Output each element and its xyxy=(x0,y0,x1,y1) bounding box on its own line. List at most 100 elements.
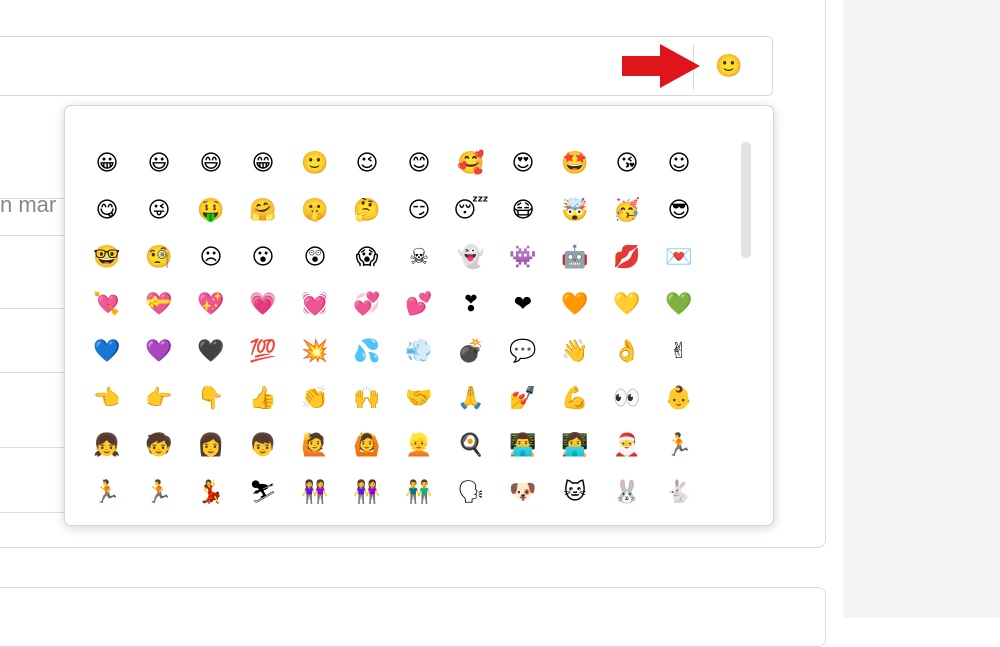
emoji-option[interactable]: 👬 xyxy=(393,469,445,516)
emoji-option[interactable]: 😃 xyxy=(133,140,185,187)
emoji-option[interactable]: 🐻 xyxy=(393,516,445,525)
emoji-option[interactable]: 😍 xyxy=(497,140,549,187)
emoji-option[interactable]: 💕 xyxy=(393,281,445,328)
emoji-option[interactable]: 🐮 xyxy=(653,516,705,525)
emoji-option[interactable]: 🐶 xyxy=(497,469,549,516)
emoji-option[interactable]: 💬 xyxy=(497,328,549,375)
emoji-option[interactable]: 🙆 xyxy=(341,422,393,469)
emoji-option[interactable]: 🤗 xyxy=(237,187,289,234)
emoji-option[interactable]: 🐯 xyxy=(549,516,601,525)
emoji-option[interactable]: 🏃 xyxy=(81,469,133,516)
emoji-option[interactable]: 🎅 xyxy=(601,422,653,469)
emoji-option[interactable]: 🤯 xyxy=(549,187,601,234)
emoji-option[interactable]: 💞 xyxy=(341,281,393,328)
emoji-option[interactable]: 👉 xyxy=(133,375,185,422)
emoji-option[interactable]: 💜 xyxy=(133,328,185,375)
emoji-option[interactable]: ☺ xyxy=(653,140,705,187)
emoji-option[interactable]: 🤔 xyxy=(341,187,393,234)
emoji-option[interactable]: 💌 xyxy=(653,234,705,281)
emoji-option[interactable]: 👌 xyxy=(601,328,653,375)
emoji-option[interactable]: 💯 xyxy=(237,328,289,375)
emoji-option[interactable]: 👍 xyxy=(237,375,289,422)
emoji-option[interactable]: 🐱 xyxy=(133,516,185,525)
emoji-option[interactable]: 🦊 xyxy=(341,516,393,525)
emoji-option[interactable]: 😊 xyxy=(393,140,445,187)
emoji-option[interactable]: 😏 xyxy=(393,187,445,234)
emoji-option[interactable]: 💅 xyxy=(497,375,549,422)
emoji-option[interactable]: ❤ xyxy=(497,281,549,328)
emoji-option[interactable]: 🙌 xyxy=(341,375,393,422)
emoji-option[interactable]: 🧡 xyxy=(549,281,601,328)
emoji-option[interactable]: 🥰 xyxy=(445,140,497,187)
emoji-option[interactable]: 🤑 xyxy=(185,187,237,234)
emoji-option[interactable]: 💣 xyxy=(445,328,497,375)
emoji-option[interactable]: 🏃 xyxy=(653,422,705,469)
emoji-option[interactable]: 💖 xyxy=(185,281,237,328)
emoji-option[interactable]: 🐼 xyxy=(445,516,497,525)
emoji-option[interactable]: 👈 xyxy=(81,375,133,422)
emoji-option[interactable]: 👧 xyxy=(81,422,133,469)
emoji-button[interactable]: 🙂 xyxy=(712,50,746,84)
emoji-option[interactable]: 💪 xyxy=(549,375,601,422)
scrollbar-thumb[interactable] xyxy=(741,142,751,258)
emoji-option[interactable]: 👨‍💻 xyxy=(497,422,549,469)
emoji-option[interactable]: 😀 xyxy=(81,140,133,187)
emoji-option[interactable]: 🐨 xyxy=(497,516,549,525)
emoji-option[interactable]: 💃 xyxy=(185,469,237,516)
emoji-option[interactable]: 🥳 xyxy=(601,187,653,234)
emoji-option[interactable]: 🐭 xyxy=(185,516,237,525)
emoji-option[interactable]: 🦁 xyxy=(601,516,653,525)
emoji-option[interactable]: 🐰 xyxy=(601,469,653,516)
emoji-option[interactable]: 👶 xyxy=(653,375,705,422)
emoji-option[interactable]: 👀 xyxy=(601,375,653,422)
emoji-option[interactable]: 🤖 xyxy=(549,234,601,281)
emoji-option[interactable]: 👭 xyxy=(341,469,393,516)
emoji-option[interactable]: 😘 xyxy=(601,140,653,187)
emoji-option[interactable]: 🐰 xyxy=(289,516,341,525)
emoji-option[interactable]: 👻 xyxy=(445,234,497,281)
emoji-option[interactable]: 👭 xyxy=(289,469,341,516)
emoji-option[interactable]: 😮 xyxy=(237,234,289,281)
emoji-option[interactable]: ❣ xyxy=(445,281,497,328)
emoji-option[interactable]: ☹ xyxy=(185,234,237,281)
emoji-option[interactable]: 💙 xyxy=(81,328,133,375)
emoji-option[interactable]: 🧒 xyxy=(133,422,185,469)
emoji-option[interactable]: 🍳 xyxy=(445,422,497,469)
emoji-option[interactable]: 👩‍💻 xyxy=(549,422,601,469)
emoji-option[interactable]: 🙏 xyxy=(445,375,497,422)
emoji-option[interactable]: 🏃 xyxy=(133,469,185,516)
emoji-option[interactable]: 💦 xyxy=(341,328,393,375)
emoji-option[interactable]: 😴 xyxy=(445,187,497,234)
emoji-option[interactable]: 🙂 xyxy=(289,140,341,187)
emoji-option[interactable]: 💓 xyxy=(289,281,341,328)
emoji-option[interactable]: 💝 xyxy=(133,281,185,328)
emoji-option[interactable]: 👦 xyxy=(237,422,289,469)
emoji-option[interactable]: 😁 xyxy=(237,140,289,187)
emoji-option[interactable]: 😲 xyxy=(289,234,341,281)
emoji-option[interactable]: 🧐 xyxy=(133,234,185,281)
emoji-option[interactable]: 😷 xyxy=(497,187,549,234)
emoji-option[interactable]: ☠ xyxy=(393,234,445,281)
emoji-option[interactable]: 👾 xyxy=(497,234,549,281)
emoji-option[interactable]: ⛷ xyxy=(237,469,289,516)
emoji-option[interactable]: 🐶 xyxy=(81,516,133,525)
emoji-option[interactable]: 💛 xyxy=(601,281,653,328)
emoji-option[interactable]: ✌ xyxy=(653,328,705,375)
emoji-option[interactable]: 👏 xyxy=(289,375,341,422)
emoji-option[interactable]: 🤫 xyxy=(289,187,341,234)
emoji-option[interactable]: 😋 xyxy=(81,187,133,234)
emoji-option[interactable]: 😎 xyxy=(653,187,705,234)
emoji-option[interactable]: 😱 xyxy=(341,234,393,281)
emoji-option[interactable]: 🤩 xyxy=(549,140,601,187)
emoji-option[interactable]: 😜 xyxy=(133,187,185,234)
emoji-option[interactable]: 👋 xyxy=(549,328,601,375)
emoji-option[interactable]: 🐇 xyxy=(653,469,705,516)
emoji-option[interactable]: 💘 xyxy=(81,281,133,328)
emoji-option[interactable]: 🐹 xyxy=(237,516,289,525)
emoji-option[interactable]: 👩 xyxy=(185,422,237,469)
emoji-option[interactable]: 🖤 xyxy=(185,328,237,375)
emoji-option[interactable]: 🤓 xyxy=(81,234,133,281)
emoji-option[interactable]: 🐱 xyxy=(549,469,601,516)
emoji-option[interactable]: 👇 xyxy=(185,375,237,422)
emoji-option[interactable]: 💚 xyxy=(653,281,705,328)
